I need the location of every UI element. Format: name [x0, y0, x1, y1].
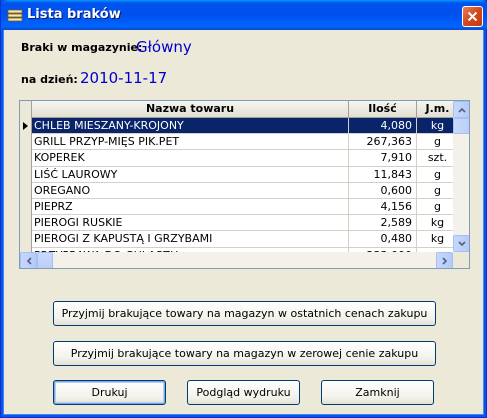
arrow-down-icon — [457, 240, 466, 246]
cell-quantity: 2,589 — [349, 215, 417, 232]
cell-quantity: 0,480 — [349, 231, 417, 248]
cell-quantity: 11,843 — [349, 166, 417, 183]
scrollbar-corner — [453, 252, 469, 268]
table-row[interactable]: PIEROGI Z KAPUSTĄ I GRZYBAMI 0,480 kg — [32, 231, 459, 248]
title-bar[interactable]: Lista braków — [1, 0, 487, 30]
table-row[interactable]: OREGANO 0,600 g — [32, 182, 459, 199]
cell-name: OREGANO — [32, 182, 349, 199]
grid-rows: CHLEB MIESZANY-KROJONY 4,080 kg GRILL PRZYP… — [32, 118, 459, 264]
warehouse-value: Główny — [136, 38, 192, 56]
accept-last-prices-button[interactable]: Przyjmij brakujące towary na magazyn w o… — [53, 301, 436, 326]
cell-name: GRILL PRZYP-MIĘS PIK.PET — [32, 134, 349, 151]
horizontal-scrollbar[interactable] — [20, 252, 453, 268]
cell-quantity: 267,363 — [349, 134, 417, 151]
arrow-up-icon — [457, 107, 466, 113]
close-button[interactable]: Zamknij — [321, 380, 434, 405]
scroll-left-button[interactable] — [20, 252, 37, 268]
arrow-right-icon — [441, 256, 447, 265]
cell-name: KOPEREK — [32, 150, 349, 167]
accept-zero-price-button[interactable]: Przyjmij brakujące towary na magazyn w z… — [53, 341, 436, 366]
cell-quantity: 7,910 — [349, 150, 417, 167]
table-row[interactable]: GRILL PRZYP-MIĘS PIK.PET 267,363 g — [32, 134, 459, 151]
vertical-scroll-thumb[interactable] — [453, 118, 469, 134]
cell-name: CHLEB MIESZANY-KROJONY — [32, 118, 349, 135]
close-icon — [467, 11, 478, 22]
grid-header: Nazwa towaru Ilość J.m. — [32, 101, 459, 118]
cell-name: PIEROGI RUSKIE — [32, 215, 349, 232]
cell-quantity: 4,156 — [349, 198, 417, 216]
scroll-up-button[interactable] — [453, 101, 469, 118]
scroll-right-button[interactable] — [436, 252, 453, 268]
horizontal-scroll-thumb[interactable] — [37, 252, 53, 268]
cell-quantity: 4,080 — [349, 118, 417, 135]
table-row[interactable]: PIEPRZ 4,156 g — [32, 198, 459, 216]
window-title: Lista braków — [27, 7, 121, 22]
date-value: 2010-11-17 — [80, 69, 168, 87]
print-preview-button[interactable]: Podgląd wydruku — [187, 380, 300, 405]
print-button[interactable]: Drukuj — [53, 380, 166, 405]
vertical-scrollbar[interactable] — [453, 101, 469, 252]
warehouse-label: Braki w magazynie: — [21, 41, 143, 54]
cell-name: PIEPRZ — [32, 198, 349, 216]
table-row[interactable]: CHLEB MIESZANY-KROJONY 4,080 kg — [32, 118, 459, 135]
shortages-grid[interactable]: Nazwa towaru Ilość J.m. CHLEB MIESZANY-K… — [19, 100, 470, 269]
table-row[interactable]: PIEROGI RUSKIE 2,589 kg — [32, 215, 459, 232]
scroll-down-button[interactable] — [453, 235, 469, 252]
date-label: na dzień: — [21, 73, 78, 86]
table-row[interactable]: LIŚĆ LAUROWY 11,843 g — [32, 166, 459, 183]
close-window-button[interactable] — [462, 6, 483, 27]
current-row-arrow-icon — [23, 122, 28, 130]
list-icon — [7, 7, 23, 23]
column-header-quantity[interactable]: Ilość — [349, 101, 417, 118]
dialog-window: Lista braków Braki w magazynie: Główny n… — [0, 0, 487, 418]
arrow-left-icon — [26, 256, 32, 265]
cell-name: LIŚĆ LAUROWY — [32, 166, 349, 183]
column-header-name[interactable]: Nazwa towaru — [32, 101, 349, 118]
cell-quantity: 0,600 — [349, 182, 417, 199]
cell-name: PIEROGI Z KAPUSTĄ I GRZYBAMI — [32, 231, 349, 248]
table-row[interactable]: KOPEREK 7,910 szt. — [32, 150, 459, 167]
